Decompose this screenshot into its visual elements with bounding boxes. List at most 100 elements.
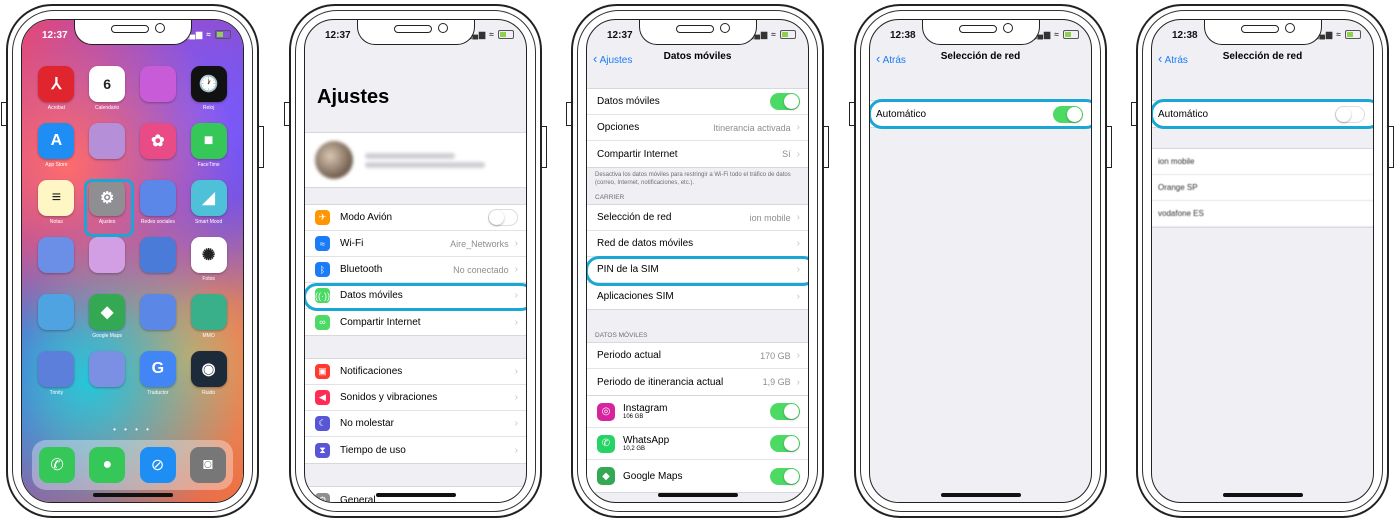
settings-row-periodo-actual[interactable]: Periodo actual 170 GB › (587, 343, 808, 369)
status-time: 12:37 (607, 30, 633, 41)
app-ruido[interactable]: ◉ Ruido (188, 351, 229, 396)
automatic-highlight (870, 99, 1091, 129)
network-screen-2: 12:38 ▂▄▆ ≈ ‹ Atrás Selección de red Auto… (1151, 19, 1374, 503)
settings-row-compartir-internet[interactable]: Compartir Internet Sí › (587, 141, 808, 167)
app-data-toggle[interactable] (770, 435, 800, 452)
flower-icon: ✿ (139, 123, 176, 159)
gear-icon: ⚙ (315, 492, 330, 502)
automatic-highlight (1152, 99, 1373, 129)
app-trinity[interactable]: Trinity (36, 351, 77, 396)
settings-row-opciones[interactable]: Opciones Itinerancia activada › (587, 115, 808, 141)
app-folder-2[interactable] (138, 66, 179, 111)
app-notas[interactable]: ≡ Notas (36, 180, 77, 225)
app-label: Redes sociales (140, 219, 175, 225)
app-facetime[interactable]: ■ FaceTime (188, 123, 229, 168)
app-data-toggle[interactable] (770, 467, 800, 485)
home-indicator[interactable] (1222, 493, 1303, 497)
settings-row-bluetooth[interactable]: ᛒ Bluetooth No conectado › (305, 257, 526, 283)
moon-icon: ☾ (315, 416, 330, 431)
settings-row-periodo-de-itinerancia-actual[interactable]: Periodo de itinerancia actual 1,9 GB › (587, 369, 808, 395)
settings-row-modo-avión[interactable]: ✈ Modo Avión (305, 205, 526, 231)
app-reloj[interactable]: 🕐 Reloj (188, 66, 229, 111)
mute-switch (1, 102, 7, 126)
app-folder-16[interactable] (36, 294, 77, 339)
app-app-store[interactable]: A App Store (36, 123, 77, 168)
profile-card[interactable] (305, 132, 526, 188)
status-time: 12:37 (42, 30, 68, 41)
row-toggle[interactable] (488, 209, 518, 226)
notifications-group: ▣ Notificaciones › ◀ Sonidos y vibraciones › ☾… (305, 358, 526, 464)
chevron-right-icon: › (796, 148, 800, 160)
chevron-right-icon: › (514, 494, 518, 503)
network-option[interactable]: ion mobile (1152, 149, 1373, 175)
cellular-note: Desactiva los datos móviles para restrin… (595, 172, 791, 186)
app-label: App Store (45, 162, 68, 168)
hotspot-icon: ∞ (315, 314, 330, 330)
page-dots: • • • • (113, 425, 152, 434)
settings-row-no-molestar[interactable]: ☾ No molestar › (305, 411, 526, 437)
phone-icon[interactable]: ✆ (39, 447, 76, 483)
settings-row-notificaciones[interactable]: ▣ Notificaciones › (305, 359, 526, 385)
app-folder-21[interactable] (87, 351, 128, 396)
home-indicator[interactable] (375, 493, 456, 497)
app-fotos[interactable]: ✺ Fotos (188, 237, 229, 282)
chevron-right-icon: › (514, 392, 518, 403)
status-time: 12:38 (1172, 30, 1198, 41)
home-indicator[interactable] (940, 493, 1021, 497)
home-screen: 12:37 ▂▄▆ ≈ ⅄ Acrobat 6 Calendario 🕐 Reloj A App… (21, 19, 244, 503)
settings-row-selección-de-red[interactable]: Selección de red ion mobile › (587, 205, 808, 231)
app-label: Reloj (202, 105, 215, 111)
app-calendario[interactable]: 6 Calendario (87, 66, 128, 111)
app-label: Ruido (202, 390, 216, 396)
folder-icon (139, 294, 176, 330)
network-list: ion mobile Orange SP vodafone ES (1152, 148, 1373, 228)
app-folder-18[interactable] (138, 294, 179, 339)
messages-icon[interactable]: ● (89, 447, 126, 483)
app-folder-14[interactable] (138, 237, 179, 282)
settings-row-aplicaciones-sim[interactable]: Aplicaciones SIM › (587, 283, 808, 309)
app-folder-6[interactable]: ✿ (138, 123, 179, 168)
app-traductor[interactable]: G Traductor (138, 351, 179, 396)
settings-row-tiempo-de-uso[interactable]: ⧗ Tiempo de uso › (305, 437, 526, 463)
whatsapp-icon: ✆ (597, 434, 615, 453)
app-usage-label: Instagram 106 GB (623, 403, 770, 420)
row-toggle[interactable] (770, 93, 800, 110)
row-label: Opciones (597, 122, 640, 133)
data-header: DATOS MÓVILES (595, 332, 648, 339)
app-smart-mood[interactable]: ◢ Smart Mood (188, 180, 229, 225)
app-data-toggle[interactable] (770, 403, 800, 420)
home-indicator[interactable] (92, 493, 173, 497)
app-google-maps[interactable]: ◆ Google Maps (87, 294, 128, 339)
row-label: Sonidos y vibraciones (340, 392, 438, 403)
app-folder-13[interactable] (87, 237, 128, 282)
settings-row-red-de-datos-móviles[interactable]: Red de datos móviles › (587, 231, 808, 257)
safari-icon[interactable]: ⊘ (139, 447, 176, 483)
camera-icon[interactable]: ◙ (189, 447, 226, 483)
app-acrobat[interactable]: ⅄ Acrobat (36, 66, 77, 111)
settings-row-wi-fi[interactable]: ≈ Wi-Fi Aire_Networks › (305, 231, 526, 257)
chevron-right-icon: › (514, 418, 518, 429)
folder-icon (89, 237, 126, 273)
row-label: Wi-Fi (340, 238, 364, 249)
nav-title: Datos móviles (663, 51, 732, 62)
settings-row-datos-móviles[interactable]: Datos móviles (587, 89, 808, 115)
page-title: Ajustes (317, 86, 390, 108)
network-option[interactable]: Orange SP (1152, 175, 1373, 201)
app-label: Calendario (95, 105, 120, 111)
row-label: Bluetooth (340, 264, 383, 275)
home-indicator[interactable] (657, 493, 738, 497)
row-label: Compartir Internet (340, 316, 421, 328)
app-label: Fotos (202, 276, 215, 282)
app-usage-row: ◆ Google Maps (587, 460, 808, 492)
chevron-right-icon: › (514, 444, 518, 456)
network-option[interactable]: vodafone ES (1152, 201, 1373, 227)
chevron-right-icon: › (796, 122, 800, 133)
app-folder-5[interactable] (87, 123, 128, 168)
app-folder-12[interactable] (36, 237, 77, 282)
folder-icon (139, 66, 176, 102)
settings-row-compartir-internet[interactable]: ∞ Compartir Internet › (305, 309, 526, 335)
facetime-icon: ■ (190, 123, 227, 159)
app-redes-sociales[interactable]: Redes sociales (138, 180, 179, 225)
settings-row-sonidos-y-vibraciones[interactable]: ◀ Sonidos y vibraciones › (305, 385, 526, 411)
app-mmo[interactable]: MMO (188, 294, 229, 339)
